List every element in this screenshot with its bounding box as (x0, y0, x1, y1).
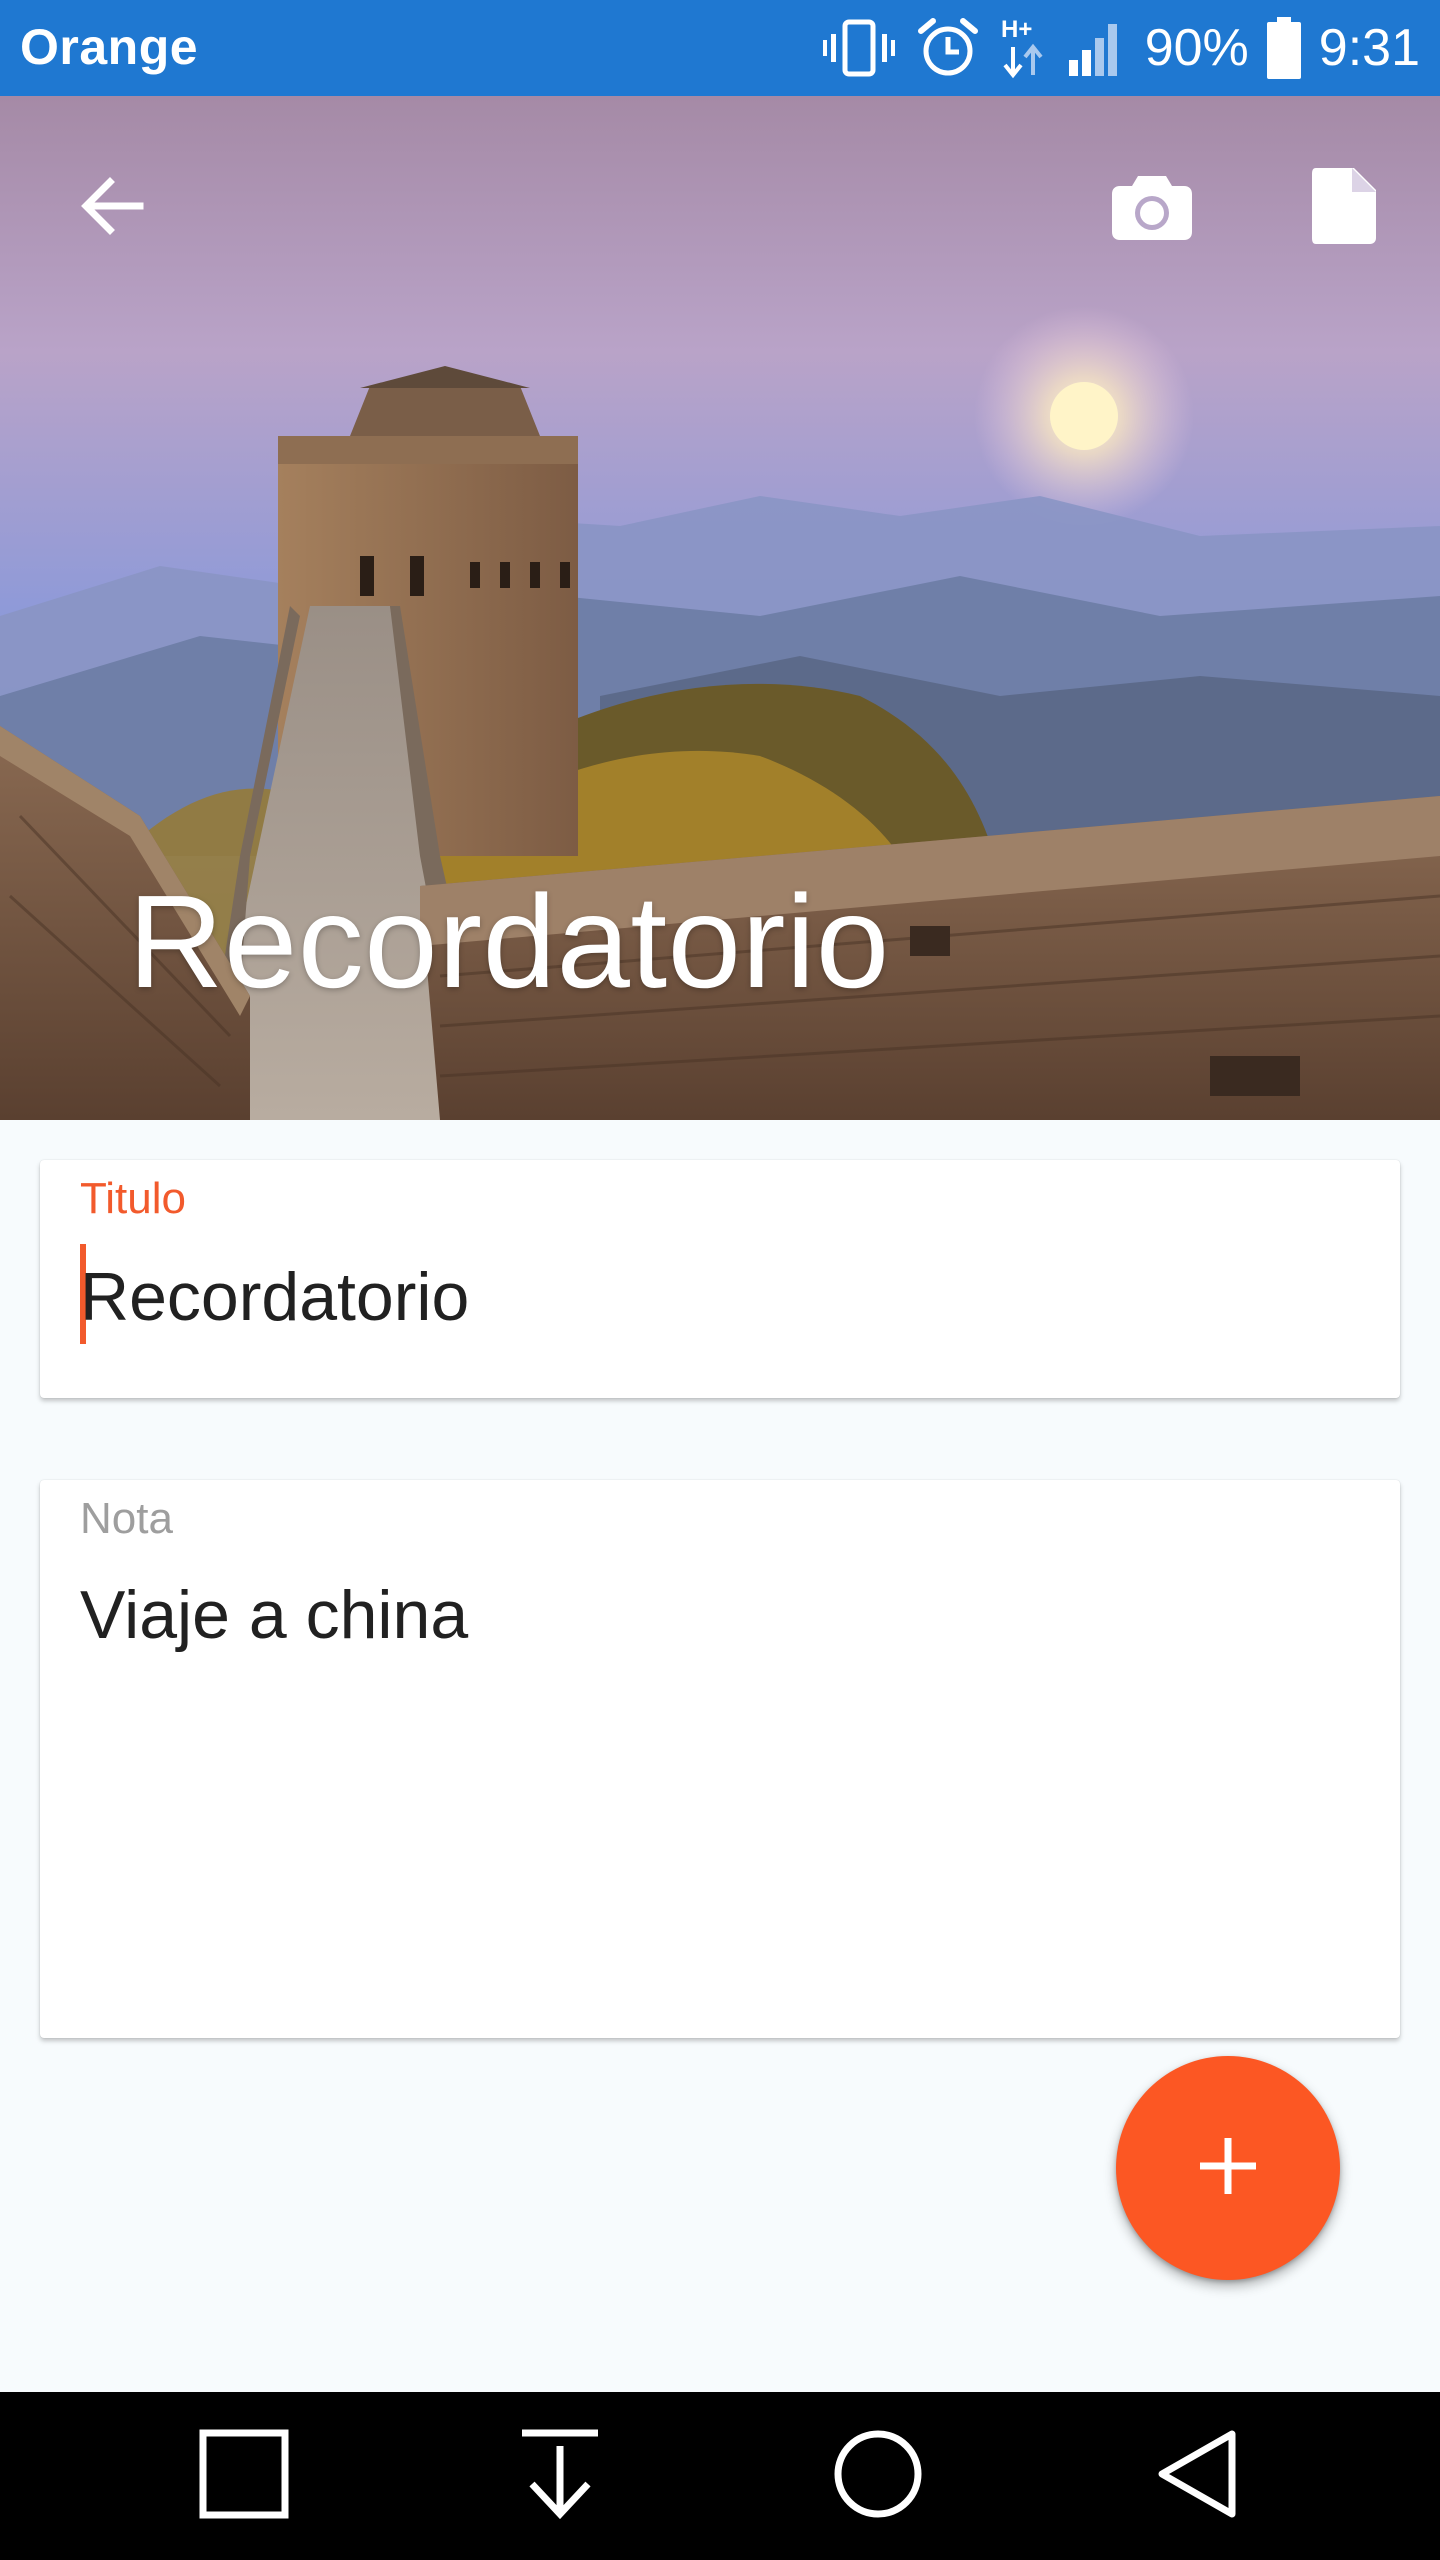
header-title: Recordatorio (128, 868, 890, 1015)
clock-time: 9:31 (1318, 19, 1420, 77)
note-editor-screen: Orange H+ 90% 9:31 Recordatorio Titulo R… (0, 0, 1440, 2560)
note-input[interactable]: Viaje a china (80, 1576, 468, 1654)
status-icons: H+ 90% 9:31 (821, 0, 1420, 96)
notification-pull-button[interactable] (470, 2392, 650, 2560)
vibrate-icon (821, 16, 897, 80)
battery-icon (1266, 17, 1301, 79)
svg-text:H+: H+ (1001, 16, 1032, 43)
header-image: Recordatorio (0, 96, 1440, 1120)
note-label: Nota (80, 1494, 173, 1543)
battery-percent: 90% (1144, 19, 1249, 77)
home-circle-icon (832, 2428, 924, 2525)
home-button[interactable] (788, 2392, 968, 2560)
back-triangle-icon (1154, 2428, 1238, 2525)
data-h-plus-icon: H+ (999, 13, 1049, 83)
plus-icon (1196, 2134, 1260, 2203)
back-button[interactable] (52, 148, 172, 268)
title-field-card[interactable]: Titulo Recordatorio (40, 1160, 1400, 1398)
status-bar: Orange H+ 90% 9:31 (0, 0, 1440, 96)
file-button[interactable] (1284, 148, 1404, 268)
alarm-icon (915, 15, 981, 81)
file-icon (1310, 166, 1378, 251)
notification-pull-icon (518, 2428, 602, 2525)
nav-back-button[interactable] (1106, 2392, 1286, 2560)
arrow-back-icon (78, 172, 146, 245)
carrier-name: Orange (20, 19, 199, 75)
navigation-bar (0, 2392, 1440, 2560)
signal-icon (1067, 18, 1127, 78)
camera-button[interactable] (1092, 148, 1212, 268)
title-input[interactable]: Recordatorio (80, 1258, 469, 1336)
add-button[interactable] (1116, 2056, 1340, 2280)
recents-button[interactable] (154, 2392, 334, 2560)
camera-icon (1110, 170, 1194, 247)
title-label: Titulo (80, 1174, 186, 1223)
note-field-card[interactable]: Nota Viaje a china (40, 1480, 1400, 2038)
recents-square-icon (198, 2428, 290, 2525)
